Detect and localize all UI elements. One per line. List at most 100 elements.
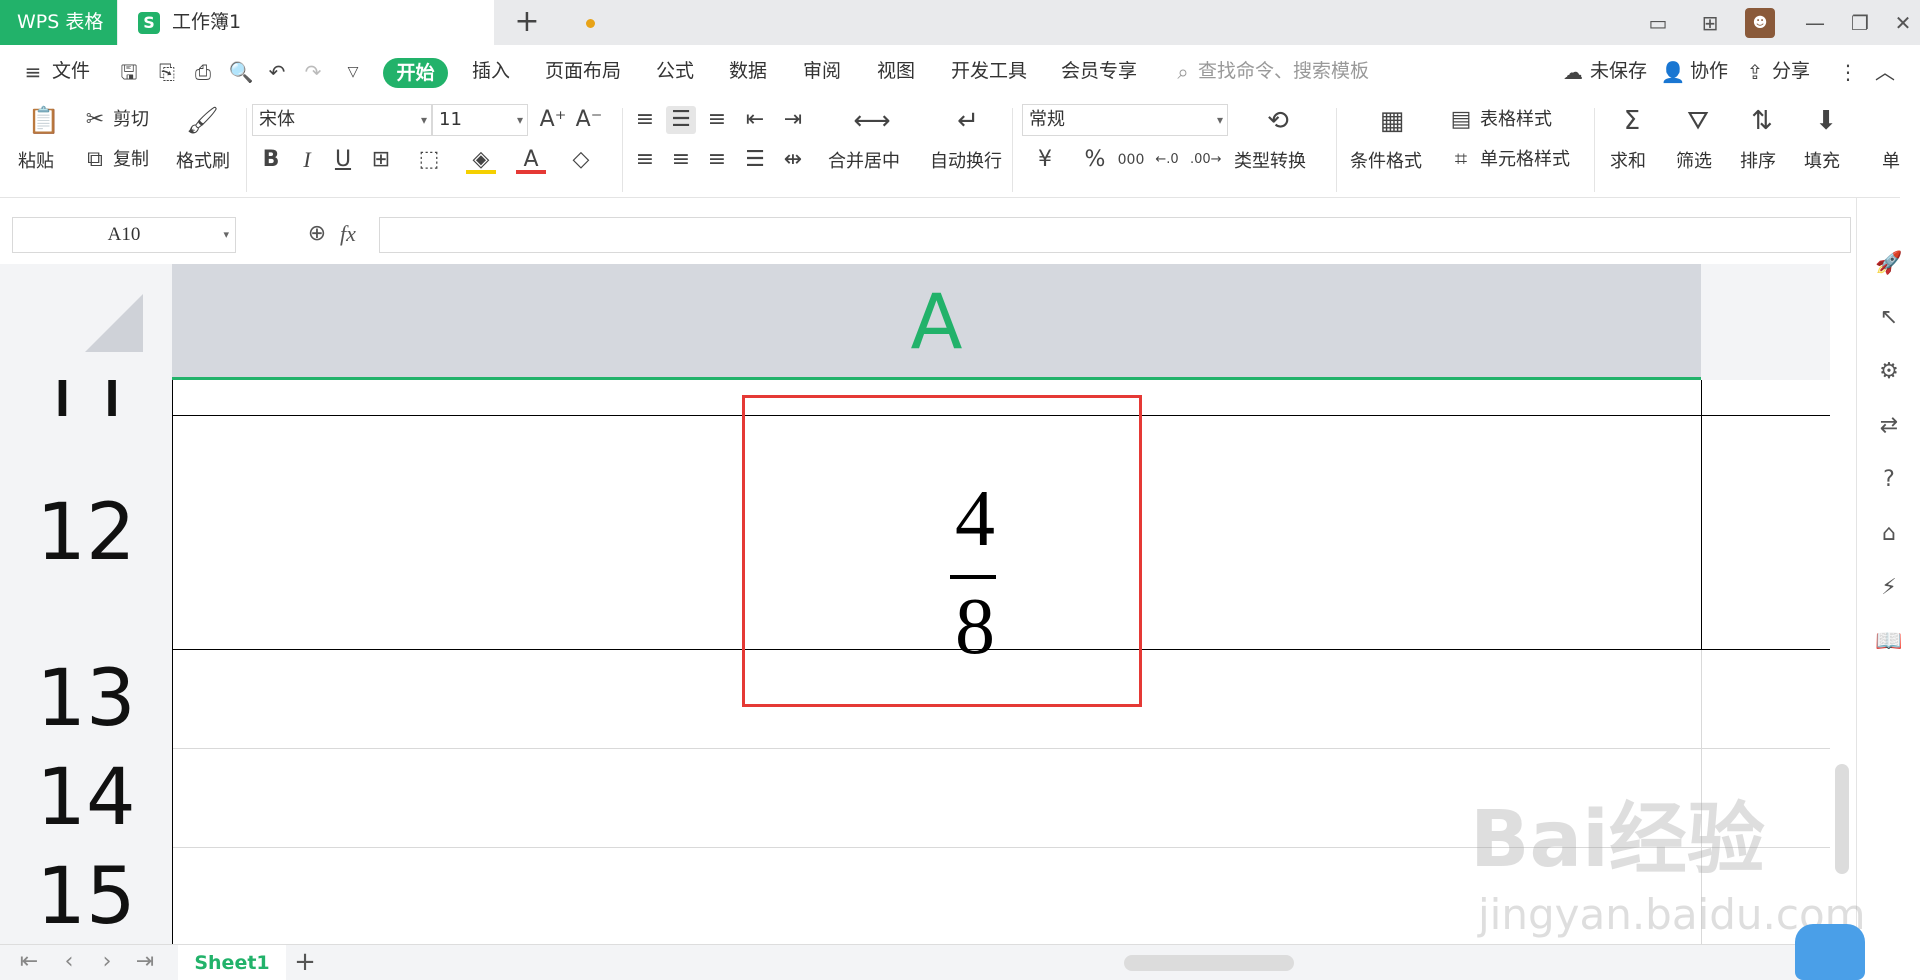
fill-button[interactable]: 填充 [1804,150,1840,174]
conditional-format-icon[interactable]: ▦ [1372,106,1412,136]
undo-icon[interactable]: ↶ [264,59,290,85]
next-sheet-icon[interactable]: › [92,947,122,977]
wrap-text-button[interactable]: 自动换行 [930,150,1002,174]
align-top-icon[interactable]: ≡ [630,106,660,134]
insert-function-button[interactable]: fx [340,219,370,249]
fill-color-icon[interactable]: ◈ [466,146,496,174]
font-size-select[interactable]: 11 ▾ [432,104,528,136]
paste-icon[interactable]: 📋 [24,106,64,136]
increase-indent-icon[interactable]: ⇥ [778,106,808,134]
align-center-icon[interactable]: ≡ [666,146,696,174]
minimize-icon[interactable]: — [1800,8,1830,38]
sum-button[interactable]: 求和 [1610,150,1646,174]
cut-icon[interactable]: ✂ [80,106,110,134]
single-button[interactable]: 单 [1882,150,1900,174]
customize-toolbar-icon[interactable]: ▽ [340,59,366,85]
align-middle-icon[interactable]: ☰ [666,106,696,134]
tab-insert[interactable]: 插入 [472,45,510,98]
wrap-text-icon[interactable]: ↵ [948,106,988,136]
filter-button[interactable]: 筛选 [1676,150,1712,174]
select-cursor-icon[interactable]: ↖ [1873,302,1905,334]
collaborate-button[interactable]: 协作 [1690,45,1728,98]
horizontal-scrollbar[interactable] [1100,953,1800,973]
font-color-icon[interactable]: A [516,146,546,174]
formula-input[interactable] [379,217,1851,253]
increase-decimal-icon[interactable]: ←.0 [1152,146,1182,174]
prev-sheet-icon[interactable]: ‹ [54,947,84,977]
cut-button[interactable]: 剪切 [113,108,149,132]
first-sheet-icon[interactable]: ⇤ [14,947,44,977]
share-button[interactable]: 分享 [1772,45,1810,98]
tab-formulas[interactable]: 公式 [656,45,694,98]
row-header-14[interactable]: 14 [0,749,172,848]
row-header-12[interactable]: 12 [0,416,172,650]
transform-icon[interactable]: ⇄ [1873,410,1905,442]
decrease-decimal-icon[interactable]: .00→ [1190,146,1222,174]
number-format-select[interactable]: 常规 ▾ [1022,104,1228,136]
table-style-icon[interactable]: ▤ [1446,106,1476,134]
command-search-input[interactable]: 查找命令、搜索模板 [1198,45,1369,98]
wps-home-tab[interactable]: WPS 表格 [0,0,117,45]
reader-icon[interactable]: 📖 [1873,626,1905,658]
avatar[interactable]: ☻ [1745,8,1775,38]
percent-icon[interactable]: % [1080,146,1110,174]
merge-center-button[interactable]: 合并居中 [828,150,900,174]
currency-icon[interactable]: ¥ [1030,146,1060,174]
thousands-icon[interactable]: 000 [1116,146,1146,174]
collapse-ribbon-icon[interactable]: ︿ [1872,59,1898,85]
row-header-11[interactable]: 11 [0,380,172,416]
paste-button[interactable]: 粘贴 [18,150,54,174]
settings-sliders-icon[interactable]: ⚙ [1873,356,1905,388]
clear-format-icon[interactable]: ◇ [566,146,596,174]
align-right-icon[interactable]: ≡ [702,146,732,174]
print-preview-icon[interactable]: 🔍 [228,59,254,85]
underline-icon[interactable]: U [328,146,358,174]
bold-icon[interactable]: B [256,146,286,174]
hamburger-menu-icon[interactable]: ≡ [20,59,46,85]
zoom-formula-icon[interactable]: ⊕ [302,219,332,249]
align-left-icon[interactable]: ≡ [630,146,660,174]
tab-developer[interactable]: 开发工具 [951,45,1027,98]
decrease-font-icon[interactable]: A⁻ [574,106,604,134]
justify-icon[interactable]: ☰ [740,146,770,174]
reading-mode-icon[interactable]: ▭ [1643,8,1673,38]
sum-icon[interactable]: Σ [1612,106,1652,136]
align-bottom-icon[interactable]: ≡ [702,106,732,134]
tab-page-layout[interactable]: 页面布局 [545,45,621,98]
unsaved-status[interactable]: 未保存 [1590,45,1647,98]
close-icon[interactable]: ✕ [1888,8,1918,38]
tab-member[interactable]: 会员专享 [1061,45,1137,98]
increase-font-icon[interactable]: A⁺ [538,106,568,134]
file-menu[interactable]: 文件 [52,45,90,98]
tab-review[interactable]: 审阅 [803,45,841,98]
more-icon[interactable]: ⋮ [1835,59,1861,85]
type-convert-button[interactable]: 类型转换 [1234,150,1306,174]
italic-icon[interactable]: I [292,146,322,174]
format-painter-button[interactable]: 格式刷 [176,150,230,174]
last-sheet-icon[interactable]: ⇥ [130,947,160,977]
tab-data[interactable]: 数据 [729,45,767,98]
save-icon[interactable]: 🖫 [116,59,142,85]
row-header-13[interactable]: 13 [0,650,172,749]
add-sheet-button[interactable]: + [290,947,320,977]
redo-icon[interactable]: ↷ [300,59,326,85]
row-header-15[interactable]: 15 [0,848,172,944]
print-icon[interactable]: ⎙ [190,59,216,85]
select-all-corner[interactable] [0,264,172,380]
type-convert-icon[interactable]: ⟲ [1258,106,1298,136]
cell-style-brush-icon[interactable]: ⬚ [414,146,444,174]
grid-apps-icon[interactable]: ⊞ [1695,8,1725,38]
tab-start[interactable]: 开始 [383,58,448,88]
restore-icon[interactable]: ❐ [1845,8,1875,38]
table-style-button[interactable]: 表格样式 [1480,108,1552,132]
flash-icon[interactable]: ⚡ [1873,572,1905,604]
font-name-select[interactable]: 宋体 ▾ [252,104,432,136]
assistant-bird-icon[interactable] [1795,924,1865,980]
decrease-indent-icon[interactable]: ⇤ [740,106,770,134]
new-tab-button[interactable]: + [510,4,544,40]
document-tab[interactable]: S 工作簿1 [118,0,595,45]
merge-center-icon[interactable]: ⟷ [852,106,892,136]
column-header-a[interactable]: A [172,264,1701,380]
cell-style-button[interactable]: 单元格样式 [1480,148,1570,172]
name-box[interactable]: A10 ▾ [12,217,236,253]
